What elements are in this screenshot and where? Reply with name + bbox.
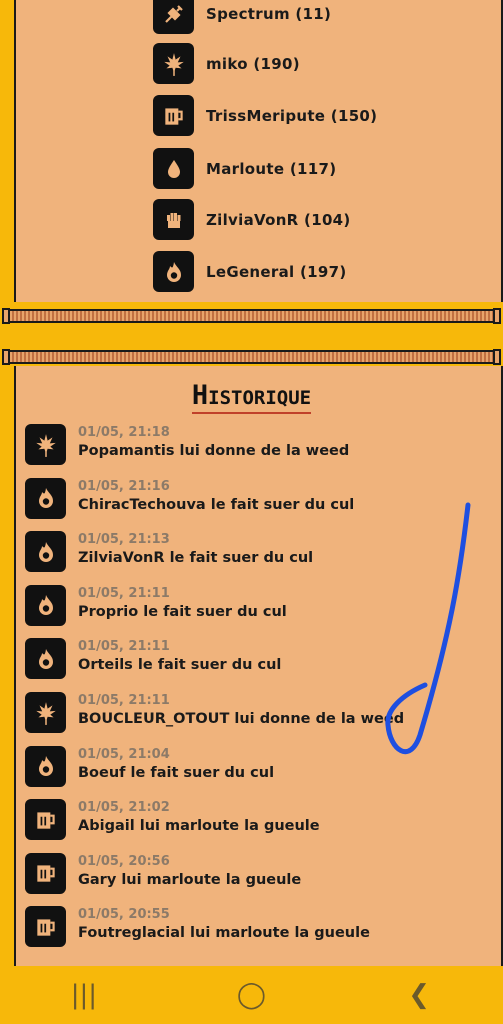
member-name: LeGeneral (197) xyxy=(206,262,347,281)
history-message: ChiracTechouva le fait suer du cul xyxy=(78,496,355,513)
history-time: 01/05, 21:13 xyxy=(78,532,170,548)
history-time: 01/05, 21:11 xyxy=(78,639,170,655)
history-entry: 01/05, 21:11 Orteils le fait suer du cul xyxy=(25,638,282,680)
history-time: 01/05, 21:04 xyxy=(78,746,170,762)
history-title: Historique xyxy=(0,380,503,414)
member-row[interactable]: Marloute (117) xyxy=(153,148,336,189)
fire-icon xyxy=(25,584,66,626)
history-time: 01/05, 21:11 xyxy=(78,585,170,601)
history-time: 01/05, 20:55 xyxy=(78,907,170,923)
history-message: Popamantis lui donne de la weed xyxy=(78,443,350,459)
beer-mug-icon xyxy=(25,906,66,948)
fist-icon xyxy=(153,199,194,240)
history-time: 01/05, 21:18 xyxy=(78,425,170,440)
back-icon[interactable]: ❮ xyxy=(389,980,449,1010)
history-entry: 01/05, 20:56 Gary lui marloute la gueule xyxy=(25,852,302,894)
fire-icon xyxy=(153,251,194,292)
beer-mug-icon xyxy=(25,799,66,841)
fire-icon xyxy=(25,477,66,519)
history-entry: 01/05, 20:55 Foutreglacial lui marloute l… xyxy=(25,906,370,948)
member-name: miko (190) xyxy=(206,54,300,73)
divider-banner xyxy=(2,308,501,324)
beer-mug-icon xyxy=(25,852,66,894)
drop-icon xyxy=(153,148,194,189)
history-message: ZilviaVonR le fait suer du cul xyxy=(78,550,314,567)
member-name: Spectrum (11) xyxy=(206,4,332,23)
history-message: Boeuf le fait suer du cul xyxy=(78,764,275,781)
member-row[interactable]: Spectrum (11) xyxy=(153,0,331,34)
member-name: TrissMeripute (150) xyxy=(206,106,378,125)
annotation-arrow xyxy=(385,502,471,755)
fire-icon xyxy=(25,531,66,573)
recent-apps-icon[interactable]: ||| xyxy=(54,980,114,1010)
beer-mug-icon xyxy=(153,95,194,136)
leaf-icon xyxy=(25,424,66,465)
history-entry: 01/05, 21:04 Boeuf le fait suer du cul xyxy=(25,745,275,787)
member-row[interactable]: miko (190) xyxy=(153,43,300,84)
android-nav-bar: ||| ◯ ❮ xyxy=(0,966,503,1024)
member-row[interactable]: LeGeneral (197) xyxy=(153,251,346,292)
history-message: Abigail lui marloute la gueule xyxy=(78,818,320,835)
fire-icon xyxy=(25,745,66,787)
syringe-icon xyxy=(153,0,194,34)
history-message: Gary lui marloute la gueule xyxy=(78,871,302,888)
divider-banner xyxy=(2,349,501,365)
history-message: Foutreglacial lui marloute la gueule xyxy=(78,925,370,942)
history-entry: 01/05, 21:18 Popamantis lui donne de la w… xyxy=(25,424,349,465)
history-time: 01/05, 21:16 xyxy=(78,478,170,494)
history-entry: 01/05, 21:11 BOUCLEUR_OTOUT lui donne de … xyxy=(25,692,404,733)
leaf-icon xyxy=(153,43,194,84)
history-message: Orteils le fait suer du cul xyxy=(78,657,282,674)
member-row[interactable]: TrissMeripute (150) xyxy=(153,95,377,136)
history-time: 01/05, 20:56 xyxy=(78,853,170,869)
member-row[interactable]: ZilviaVonR (104) xyxy=(153,199,351,240)
member-name: Marloute (117) xyxy=(206,159,337,178)
history-time: 01/05, 21:02 xyxy=(78,800,170,816)
history-entry: 01/05, 21:11 Proprio le fait suer du cul xyxy=(25,584,287,626)
history-entry: 01/05, 21:13 ZilviaVonR le fait suer du c… xyxy=(25,531,314,573)
history-time: 01/05, 21:11 xyxy=(78,693,170,708)
history-message: Proprio le fait suer du cul xyxy=(78,603,287,620)
home-icon[interactable]: ◯ xyxy=(221,980,281,1010)
history-message: BOUCLEUR_OTOUT lui donne de la weed xyxy=(78,711,405,727)
fire-icon xyxy=(25,638,66,680)
leaf-icon xyxy=(25,692,66,733)
history-entry: 01/05, 21:02 Abigail lui marloute la gueu… xyxy=(25,799,320,841)
history-entry: 01/05, 21:16 ChiracTechouva le fait suer … xyxy=(25,477,355,519)
member-name: ZilviaVonR (104) xyxy=(206,210,351,229)
